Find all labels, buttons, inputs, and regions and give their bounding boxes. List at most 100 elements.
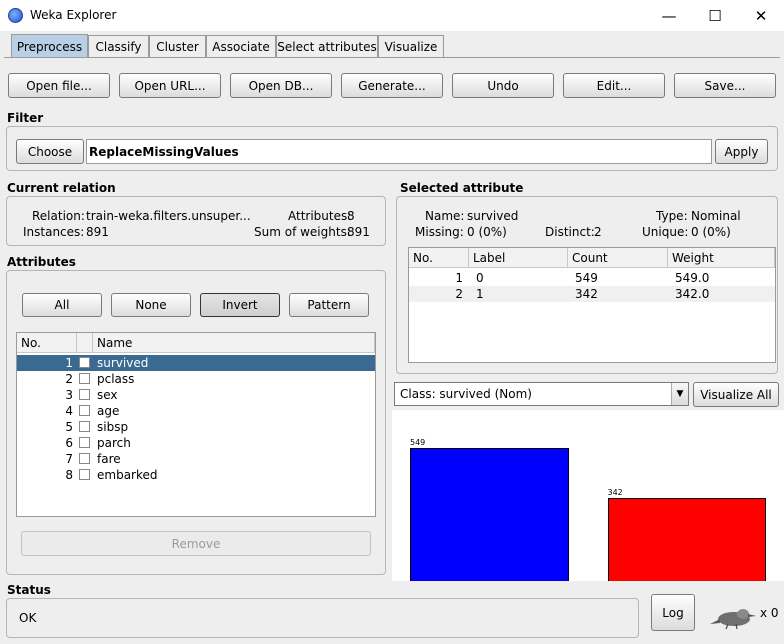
- choose-filter-button[interactable]: Choose: [16, 139, 84, 164]
- chevron-down-icon[interactable]: ▼: [671, 383, 688, 405]
- attribute-checkbox[interactable]: [79, 421, 90, 432]
- attribute-checkbox[interactable]: [79, 437, 90, 448]
- histogram-bar: [607, 498, 766, 581]
- attribute-checkbox[interactable]: [79, 469, 90, 480]
- filter-title: Filter: [7, 111, 44, 125]
- save-button[interactable]: Save...: [674, 73, 776, 98]
- apply-button[interactable]: Apply: [715, 139, 768, 164]
- label-count: 549: [575, 271, 598, 285]
- attribute-row[interactable]: 4 age: [17, 403, 375, 419]
- attribute-checkbox[interactable]: [79, 373, 90, 384]
- invert-selection-button[interactable]: Invert: [200, 293, 280, 317]
- attr-name-value: survived: [467, 209, 519, 223]
- instances-value: 891: [86, 225, 109, 239]
- tab-select-attributes[interactable]: Select attributes: [276, 35, 378, 57]
- tab-visualize[interactable]: Visualize: [378, 35, 444, 57]
- remove-button[interactable]: Remove: [21, 531, 371, 556]
- unique-label: Unique:: [642, 225, 689, 239]
- close-button[interactable]: ✕: [738, 0, 784, 31]
- attribute-row[interactable]: 5 sibsp: [17, 419, 375, 435]
- column-header-name[interactable]: Name: [93, 333, 375, 353]
- distinct-label: Distinct:: [545, 225, 595, 239]
- attribute-row[interactable]: 8 embarked: [17, 467, 375, 483]
- current-relation-title: Current relation: [7, 181, 116, 195]
- select-none-button[interactable]: None: [111, 293, 191, 317]
- select-all-button[interactable]: All: [22, 293, 102, 317]
- pattern-button[interactable]: Pattern: [289, 293, 369, 317]
- open-file-button[interactable]: Open file...: [8, 73, 110, 98]
- visualize-all-button[interactable]: Visualize All: [693, 382, 779, 407]
- attribute-no: 4: [65, 404, 73, 418]
- log-button[interactable]: Log: [651, 594, 695, 631]
- column-header-weight[interactable]: Weight: [668, 248, 775, 268]
- attribute-row[interactable]: 1 survived: [17, 355, 375, 371]
- tab-classify[interactable]: Classify: [88, 35, 149, 57]
- attribute-checkbox[interactable]: [79, 389, 90, 400]
- label-name: 1: [476, 287, 484, 301]
- attribute-name: sex: [97, 388, 118, 402]
- column-header-no[interactable]: No.: [409, 248, 469, 268]
- class-select[interactable]: Class: survived (Nom) ▼: [394, 382, 689, 406]
- label-row[interactable]: 2 1 342 342.0: [409, 286, 775, 302]
- edit-button[interactable]: Edit...: [563, 73, 665, 98]
- selected-attribute-title: Selected attribute: [400, 181, 524, 195]
- open-db-button[interactable]: Open DB...: [230, 73, 332, 98]
- column-header-label[interactable]: Label: [469, 248, 568, 268]
- tab-cluster[interactable]: Cluster: [149, 35, 206, 57]
- unique-value: 0 (0%): [691, 225, 731, 239]
- column-header-checkbox[interactable]: [77, 333, 93, 353]
- attribute-no: 6: [65, 436, 73, 450]
- class-distribution-chart: 549 342: [392, 410, 784, 581]
- attr-name-label: Name:: [425, 209, 465, 223]
- tab-associate[interactable]: Associate: [206, 35, 276, 57]
- attribute-no: 3: [65, 388, 73, 402]
- attribute-no: 5: [65, 420, 73, 434]
- generate-button[interactable]: Generate...: [341, 73, 443, 98]
- tab-divider: [4, 57, 780, 58]
- attribute-no: 2: [65, 372, 73, 386]
- minimize-button[interactable]: —: [646, 0, 692, 31]
- attribute-name: embarked: [97, 468, 158, 482]
- task-count: x 0: [760, 606, 779, 620]
- attributes-title: Attributes: [7, 255, 76, 269]
- status-panel: [6, 598, 639, 638]
- sum-of-weights-label: Sum of weights:: [254, 225, 351, 239]
- attribute-no: 7: [65, 452, 73, 466]
- attribute-no: 1: [65, 356, 73, 370]
- tab-preprocess[interactable]: Preprocess: [11, 34, 88, 58]
- weka-bird-icon: [710, 609, 756, 630]
- relation-value: train-weka.filters.unsuper...: [86, 209, 251, 223]
- attribute-name: pclass: [97, 372, 135, 386]
- filter-field[interactable]: ReplaceMissingValues: [86, 139, 712, 164]
- attribute-name: parch: [97, 436, 131, 450]
- attribute-name: survived: [97, 356, 149, 370]
- attribute-checkbox[interactable]: [79, 405, 90, 416]
- attribute-checkbox[interactable]: [79, 453, 90, 464]
- label-weight: 342.0: [675, 287, 710, 301]
- attributes-count-label: Attributes:: [288, 209, 352, 223]
- attribute-row[interactable]: 2 pclass: [17, 371, 375, 387]
- status-text: OK: [19, 611, 37, 625]
- label-row[interactable]: 1 0 549 549.0: [409, 270, 775, 286]
- column-header-count[interactable]: Count: [568, 248, 668, 268]
- distinct-value: 2: [594, 225, 602, 239]
- attributes-count-value: 8: [347, 209, 355, 223]
- open-url-button[interactable]: Open URL...: [119, 73, 221, 98]
- label-table[interactable]: No. Label Count Weight 1 0 549 549.0 2 1…: [408, 247, 776, 363]
- label-no: 2: [455, 287, 463, 301]
- attribute-row[interactable]: 3 sex: [17, 387, 375, 403]
- label-no: 1: [455, 271, 463, 285]
- undo-button[interactable]: Undo: [452, 73, 554, 98]
- relation-label: Relation:: [32, 209, 85, 223]
- attribute-row[interactable]: 7 fare: [17, 451, 375, 467]
- status-title: Status: [7, 583, 51, 597]
- histogram-bar-label: 342: [607, 488, 623, 498]
- histogram-bar: [410, 448, 569, 581]
- maximize-button[interactable]: ☐: [692, 0, 738, 31]
- column-header-no[interactable]: No.: [17, 333, 77, 353]
- label-name: 0: [476, 271, 484, 285]
- attribute-list[interactable]: No. Name 1 survived 2 pclass 3 sex 4 age…: [16, 332, 376, 517]
- sum-of-weights-value: 891: [347, 225, 370, 239]
- attribute-row[interactable]: 6 parch: [17, 435, 375, 451]
- attribute-checkbox[interactable]: [79, 357, 90, 368]
